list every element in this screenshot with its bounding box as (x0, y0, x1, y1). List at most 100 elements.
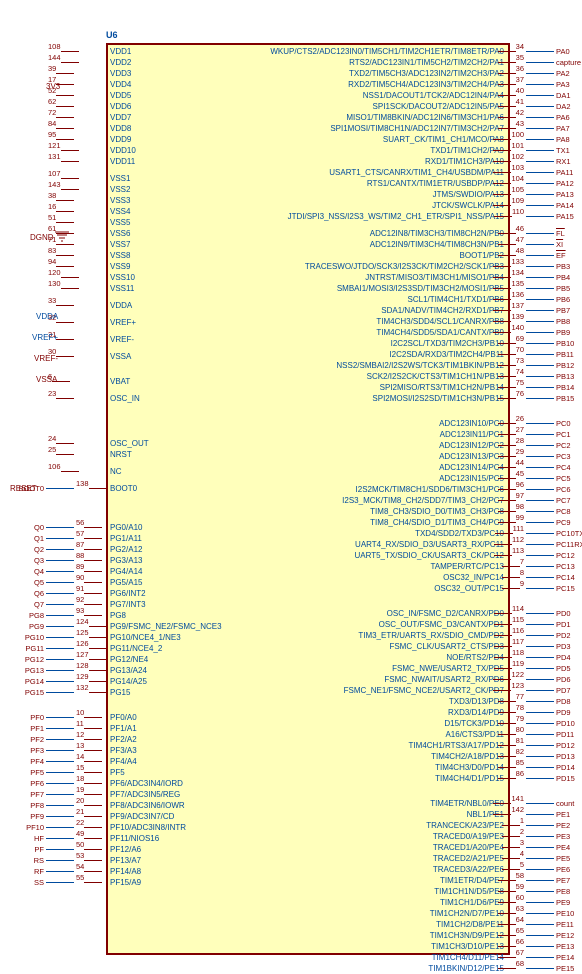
pin-stub (493, 332, 511, 333)
wire (46, 849, 74, 850)
net-label: PA2 (556, 69, 582, 78)
pin-label: NRST (110, 449, 222, 460)
net-label: PD0 (556, 609, 582, 618)
pin-number: 23 (48, 389, 56, 398)
pin-label: TIM1CH1/D6/PE9 (270, 897, 504, 908)
pin-label: I2S3_MCK/TIM8_CH2/SDD7/TIM3_CH2/PC7 (270, 495, 504, 506)
pin-label: TIM4CH1/RTS3/A17/PD12 (270, 740, 504, 751)
pin-stub (84, 750, 102, 751)
net-label: PD12 (556, 741, 582, 750)
pin-label: VDD9 (110, 134, 222, 145)
pin-number: 42 (516, 108, 524, 117)
pin-number: 77 (516, 692, 524, 701)
pin-label: ADC12IN8/TIM3CH3/TIM8CH2N/PB0 (270, 228, 504, 239)
wire (526, 216, 554, 217)
pin-number: 111 (513, 524, 524, 533)
pin-number: 22 (76, 818, 84, 827)
wire (526, 398, 554, 399)
pin-number: 126 (76, 639, 89, 648)
pin-stub (493, 310, 511, 311)
net-label: PA0 (556, 47, 582, 56)
pin-row: 63PE10 (493, 908, 582, 919)
pin-stub (61, 277, 79, 278)
net-label: PC1 (556, 430, 582, 439)
net-label: Q5 (10, 578, 44, 587)
pin-row: 36PA2 (493, 68, 582, 79)
wire (526, 690, 554, 691)
net-label: PE15 (556, 964, 582, 973)
pin-row: 135PB5 (493, 283, 582, 294)
pin-number: 20 (76, 796, 84, 805)
pin-row: 86PD15 (493, 773, 582, 784)
pin-row: 98PC8 (493, 506, 582, 517)
pin-stub (56, 322, 74, 323)
pin-number: 41 (516, 97, 524, 106)
pin-label: WKUP/CTS2/ADC123IN0/TIM5CH1/TIM2CH1ETR/T… (270, 46, 504, 57)
pin-number: 108 (48, 42, 61, 51)
pin-stub (56, 244, 74, 245)
pin-row: PF719 (10, 789, 107, 800)
pin-number: 76 (516, 389, 524, 398)
net-label: PE12 (556, 931, 582, 940)
pin-row: 85PD14 (493, 762, 582, 773)
pin-stub (84, 571, 102, 572)
pin-number: 11 (76, 719, 84, 728)
net-label: PD6 (556, 675, 582, 684)
pin-label: SMBAI1/MOSI3/I2S3SD/TIM3CH2/MOSI1/PB5 (270, 283, 504, 294)
pin-stub (61, 150, 79, 151)
wire (526, 150, 554, 151)
pin-stub (498, 423, 516, 424)
pin-stub (89, 681, 107, 682)
pin-stub (56, 200, 74, 201)
pin-stub (84, 882, 102, 883)
wire (526, 489, 554, 490)
wire (46, 549, 74, 550)
pin-row: 43PA7 (493, 123, 582, 134)
refdes: U6 (106, 30, 118, 40)
wire (46, 593, 74, 594)
pin-row: 113PC12 (493, 550, 582, 561)
net-label: DA1 (556, 91, 582, 100)
left-pin-stack: 1081443917526272849512113110714338165161… (10, 46, 107, 888)
net-label: PG15 (10, 688, 44, 697)
pin-row: 37PA3 (493, 79, 582, 90)
net-label: Q4 (10, 567, 44, 576)
pin-row: 116PD2 (493, 630, 582, 641)
wire (526, 624, 554, 625)
pin-label: PG15 (110, 687, 222, 698)
net-label: PD14 (556, 763, 582, 772)
pin-stub (61, 51, 79, 52)
pin-label: PG14/A25 (110, 676, 222, 687)
wire (526, 778, 554, 779)
pin-number: 139 (511, 312, 524, 321)
pin-number: 109 (511, 196, 524, 205)
pin-stub (493, 150, 511, 151)
net-label: PE6 (556, 865, 582, 874)
pin-row: 130 (10, 283, 107, 294)
net-label: PC6 (556, 485, 582, 494)
pin-row: 82PD13 (493, 751, 582, 762)
pin-row: 4PE5 (493, 853, 582, 864)
net-label: PA13 (556, 190, 582, 199)
pin-row: 139PB8 (493, 316, 582, 327)
wire (526, 310, 554, 311)
pin-number: 54 (76, 862, 84, 871)
pin-number: 2 (520, 827, 524, 836)
pin-number: 102 (511, 152, 524, 161)
net-label: PC9 (556, 518, 582, 527)
wire (526, 445, 554, 446)
pin-row: 103PA11 (493, 167, 582, 178)
wire (526, 128, 554, 129)
wire (526, 756, 554, 757)
pin-number: 79 (516, 714, 524, 723)
net-label: PD10 (556, 719, 582, 728)
pin-label: NOE/RTS2/PD4 (270, 652, 504, 663)
pin-label: PG1/A11 (110, 533, 222, 544)
pin-row: 48EF (493, 250, 582, 261)
pin-row: 25 (10, 449, 107, 460)
pin-stub (493, 194, 511, 195)
pin-number: 48 (516, 246, 524, 255)
pin-stub (56, 139, 74, 140)
net-label: XI (556, 240, 582, 249)
pin-label: JTCK/SWCLK/PA14 (270, 200, 504, 211)
